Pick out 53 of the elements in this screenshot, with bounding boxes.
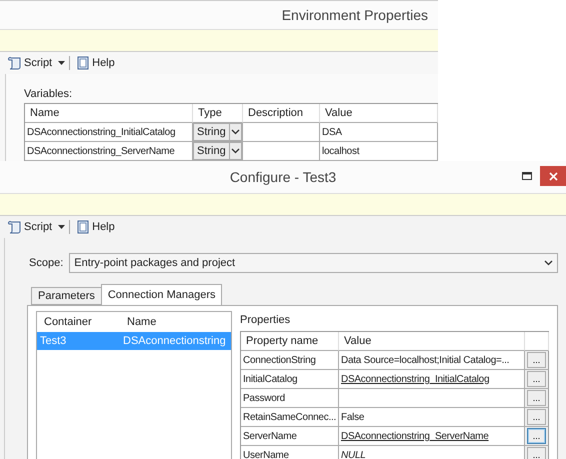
book-icon: [76, 220, 90, 234]
properties-label: Properties: [240, 314, 292, 326]
close-icon[interactable]: [548, 172, 558, 180]
table-cell: DSAconnectionstring_ServerName: [339, 427, 525, 446]
window-title: Configure - Test3: [230, 169, 336, 185]
caret-icon[interactable]: [58, 225, 66, 229]
tab[interactable]: Parameters: [31, 287, 102, 305]
scope-label: Scope:: [29, 257, 64, 269]
ellipsis-button[interactable]: ...: [527, 447, 546, 459]
scroll-icon: [8, 56, 22, 70]
ellipsis-button[interactable]: ...: [527, 409, 546, 425]
ellipsis-button[interactable]: ...: [527, 352, 546, 368]
book-icon: [76, 56, 90, 70]
column-header[interactable]: Type: [193, 104, 243, 123]
table-cell: DSA: [320, 123, 438, 142]
window-title: Environment Properties: [282, 7, 428, 23]
script-button[interactable]: Script: [6, 56, 54, 70]
column-header[interactable]: Name: [120, 312, 231, 332]
caret-icon[interactable]: [58, 61, 66, 65]
table-cell: ServerName: [241, 427, 339, 446]
maximize-icon[interactable]: [522, 172, 532, 180]
table-cell: DSAconnectionstring_ServerName: [25, 142, 193, 161]
chevron-icon[interactable]: [544, 260, 553, 266]
table-cell: localhost: [320, 142, 438, 161]
table-cell: Password: [241, 389, 339, 408]
column-header[interactable]: Name: [25, 104, 193, 123]
scope-dropdown[interactable]: Entry-point packages and project: [69, 253, 558, 273]
column-header[interactable]: Value: [339, 332, 525, 351]
chevron-icon[interactable]: [230, 148, 240, 154]
chevron-icon[interactable]: [230, 129, 240, 135]
table-cell: Data Source=localhost;Initial Catalog=...: [339, 351, 525, 370]
table-cell: NULL: [339, 446, 525, 459]
column-header[interactable]: Property name: [241, 332, 339, 351]
column-header[interactable]: Description: [243, 104, 320, 123]
table-cell: False: [339, 408, 525, 427]
column-header[interactable]: Value: [320, 104, 438, 123]
column-header[interactable]: Container: [37, 312, 120, 332]
ellipsis-button[interactable]: ...: [527, 428, 546, 444]
tab[interactable]: Connection Managers: [100, 284, 222, 305]
table-cell: InitialCatalog: [241, 370, 339, 389]
close-button[interactable]: [540, 166, 566, 186]
table-cell: RetainSameConnec...: [241, 408, 339, 427]
table-cell: ConnectionString: [241, 351, 339, 370]
variables-label: Variables:: [24, 88, 74, 100]
table-cell: UserName: [241, 446, 339, 459]
help-button[interactable]: Help: [74, 56, 117, 70]
table-cell: DSAconnectionstring_InitialCatalog: [339, 370, 525, 389]
script-button[interactable]: Script: [6, 220, 54, 234]
scroll-icon: [8, 220, 22, 234]
ellipsis-button[interactable]: ...: [527, 390, 546, 406]
ellipsis-button[interactable]: ...: [527, 371, 546, 387]
table-cell: DSAconnectionstring_InitialCatalog: [25, 123, 193, 142]
help-button[interactable]: Help: [74, 220, 117, 234]
